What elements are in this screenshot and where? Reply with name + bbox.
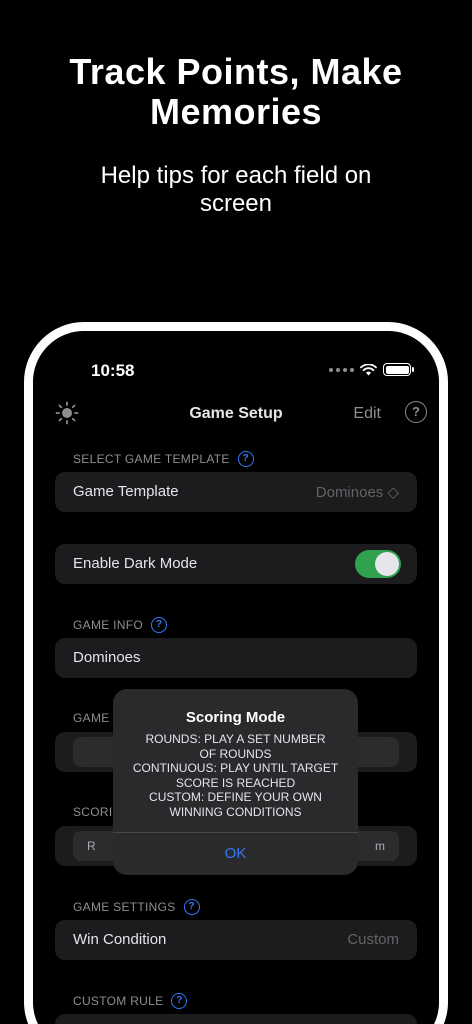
promo-headline-line1: Track Points, Make — [69, 51, 403, 92]
game-template-picker[interactable]: Dominoes ◇ — [316, 483, 399, 501]
alert-ok-button[interactable]: OK — [113, 833, 358, 875]
cellular-signal-icon — [329, 367, 354, 372]
win-condition-row[interactable]: Win Condition Custom — [55, 920, 417, 960]
dark-mode-row: Enable Dark Mode — [55, 544, 417, 584]
dark-mode-toggle[interactable] — [355, 550, 401, 578]
alert-title: Scoring Mode — [185, 709, 286, 726]
game-name-value: Dominoes — [73, 649, 141, 666]
promo-headline: Track Points, Make Memories — [0, 52, 472, 132]
alert-message-line: WINNING CONDITIONS — [169, 804, 302, 819]
alert-message-line: OF ROUNDS — [199, 746, 272, 761]
alert-message: ROUNDS: PLAY A SET NUMBER OF ROUNDS CONT… — [127, 732, 344, 819]
custom-rule-row[interactable] — [55, 1014, 417, 1024]
section-header-label: GAME INFO — [73, 618, 144, 632]
edit-button[interactable]: Edit — [353, 405, 381, 423]
section-header-label: SELECT GAME TEMPLATE — [73, 452, 230, 466]
section-header-custom-rule: CUSTOM RULE ? — [73, 993, 188, 1009]
row-label: Win Condition — [73, 931, 167, 948]
alert-message-line: CUSTOM: DEFINE YOUR OWN — [149, 790, 322, 804]
game-name-field[interactable]: Dominoes — [55, 638, 417, 678]
segment-rounds[interactable]: R — [87, 839, 96, 853]
question-icon[interactable]: ? — [183, 899, 200, 915]
win-condition-value: Custom — [347, 931, 399, 948]
phone-screen: 10:58 Game Setup Edit ? SELECT GAME TEMP… — [33, 331, 439, 1024]
alert-message-line: CONTINUOUS: PLAY UNTIL TARGET — [132, 761, 339, 775]
question-icon[interactable]: ? — [237, 451, 254, 467]
section-header-label: GAME SETTINGS — [73, 900, 176, 914]
section-header-label: CUSTOM RULE — [73, 994, 164, 1008]
battery-icon — [383, 363, 414, 376]
navigation-bar: Game Setup Edit ? — [33, 395, 439, 431]
promo-subline: Help tips for each field on screen — [40, 162, 432, 218]
promo-subline-line1: Help tips for each field on — [100, 162, 372, 189]
phone-frame: 10:58 Game Setup Edit ? SELECT GAME TEMP… — [24, 322, 448, 1024]
wifi-icon — [360, 363, 377, 375]
alert-message-line: SCORE IS REACHED — [175, 775, 296, 790]
status-bar: 10:58 — [33, 359, 439, 381]
status-icons — [329, 363, 414, 376]
segment-custom[interactable]: m — [375, 839, 385, 853]
promo-subline-line2: screen — [199, 190, 273, 217]
question-icon[interactable]: ? — [151, 617, 168, 633]
toggle-knob — [375, 552, 399, 576]
question-icon[interactable]: ? — [171, 993, 188, 1009]
scoring-mode-alert: Scoring Mode ROUNDS: PLAY A SET NUMBER O… — [113, 689, 358, 875]
game-template-row[interactable]: Game Template Dominoes ◇ — [55, 472, 417, 512]
row-label: Enable Dark Mode — [73, 555, 198, 572]
section-header-template: SELECT GAME TEMPLATE ? — [73, 451, 254, 467]
alert-message-line: ROUNDS: PLAY A SET NUMBER — [145, 732, 326, 746]
help-button[interactable]: ? — [405, 401, 427, 423]
status-time: 10:58 — [91, 361, 135, 380]
section-header-game-info: GAME INFO ? — [73, 617, 168, 633]
promo-headline-line2: Memories — [149, 91, 323, 132]
section-header-game-settings: GAME SETTINGS ? — [73, 899, 200, 915]
row-label: Game Template — [73, 483, 179, 500]
